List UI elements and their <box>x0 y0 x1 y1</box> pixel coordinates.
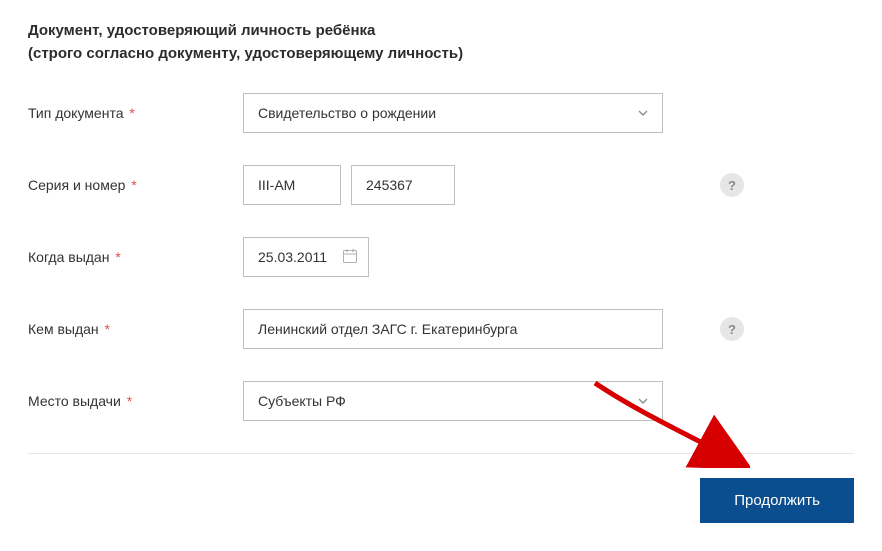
continue-button[interactable]: Продолжить <box>700 478 854 523</box>
input-issued-by[interactable] <box>243 309 663 349</box>
select-issue-place-value: Субъекты РФ <box>258 393 628 409</box>
select-doc-type[interactable]: Свидетельство о рождении <box>243 93 663 133</box>
row-issue-place: Место выдачи * Субъекты РФ <box>28 381 854 421</box>
required-mark: * <box>129 105 134 121</box>
input-cell-issue-place: Субъекты РФ <box>243 381 854 421</box>
section-title-line2: (строго согласно документу, удостоверяющ… <box>28 43 854 66</box>
input-cell-series-number: ? <box>243 165 854 205</box>
divider <box>28 453 854 454</box>
help-icon[interactable]: ? <box>720 173 744 197</box>
chevron-down-icon <box>638 107 648 119</box>
label-series-number: Серия и номер * <box>28 177 243 193</box>
input-number[interactable] <box>351 165 455 205</box>
row-issue-date: Когда выдан * <box>28 237 854 277</box>
select-doc-type-value: Свидетельство о рождении <box>258 105 628 121</box>
input-issue-date[interactable] <box>243 237 369 277</box>
calendar-icon <box>342 248 358 267</box>
required-mark: * <box>105 321 110 337</box>
chevron-down-icon <box>638 395 648 407</box>
label-issue-date-text: Когда выдан <box>28 249 109 265</box>
row-doc-type: Тип документа * Свидетельство о рождении <box>28 93 854 133</box>
row-series-number: Серия и номер * ? <box>28 165 854 205</box>
label-issued-by: Кем выдан * <box>28 321 243 337</box>
required-mark: * <box>115 249 120 265</box>
actions-bar: Продолжить <box>28 478 854 551</box>
input-cell-issued-by: ? <box>243 309 854 349</box>
label-issue-place-text: Место выдачи <box>28 393 121 409</box>
select-issue-place[interactable]: Субъекты РФ <box>243 381 663 421</box>
label-doc-type-text: Тип документа <box>28 105 124 121</box>
label-issued-by-text: Кем выдан <box>28 321 99 337</box>
required-mark: * <box>131 177 136 193</box>
label-series-number-text: Серия и номер <box>28 177 125 193</box>
label-issue-date: Когда выдан * <box>28 249 243 265</box>
row-issued-by: Кем выдан * ? <box>28 309 854 349</box>
label-issue-place: Место выдачи * <box>28 393 243 409</box>
input-issue-date-text[interactable] <box>258 249 342 265</box>
label-doc-type: Тип документа * <box>28 105 243 121</box>
required-mark: * <box>127 393 132 409</box>
input-cell-doc-type: Свидетельство о рождении <box>243 93 854 133</box>
section-title: Документ, удостоверяющий личность ребёнк… <box>28 20 854 65</box>
help-icon[interactable]: ? <box>720 317 744 341</box>
input-cell-issue-date <box>243 237 854 277</box>
input-series[interactable] <box>243 165 341 205</box>
section-title-line1: Документ, удостоверяющий личность ребёнк… <box>28 20 854 43</box>
